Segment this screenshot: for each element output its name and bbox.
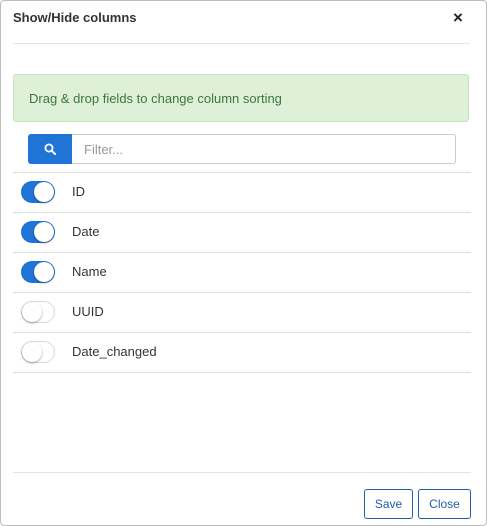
toggle-knob — [34, 182, 54, 202]
column-row[interactable]: Date_changed — [13, 332, 471, 372]
toggle-knob — [34, 262, 54, 282]
list-end-divider — [13, 372, 471, 373]
toggle-knob — [34, 222, 54, 242]
column-toggle-date_changed[interactable] — [21, 341, 55, 363]
filter-input[interactable] — [72, 134, 456, 164]
dialog-header: Show/Hide columns × — [13, 1, 470, 44]
toggle-knob — [22, 302, 42, 322]
save-button[interactable]: Save — [364, 489, 413, 519]
show-hide-columns-dialog: Show/Hide columns × Drag & drop fields t… — [0, 0, 487, 526]
column-row[interactable]: ID — [13, 172, 471, 212]
column-toggle-id[interactable] — [21, 181, 55, 203]
footer-divider — [13, 472, 471, 473]
dialog-title: Show/Hide columns — [13, 10, 137, 25]
column-row[interactable]: UUID — [13, 292, 471, 332]
column-toggle-uuid[interactable] — [21, 301, 55, 323]
column-toggle-date[interactable] — [21, 221, 55, 243]
search-button[interactable] — [28, 134, 72, 164]
filter-group — [28, 134, 456, 164]
close-button[interactable]: Close — [418, 489, 471, 519]
column-row[interactable]: Name — [13, 252, 471, 292]
column-row[interactable]: Date — [13, 212, 471, 252]
alert-text: Drag & drop fields to change column sort… — [29, 91, 282, 106]
column-label: Name — [72, 264, 107, 279]
column-toggle-name[interactable] — [21, 261, 55, 283]
column-list: ID Date Name UUID Date_changed — [13, 172, 471, 373]
column-label: Date — [72, 224, 100, 239]
toggle-knob — [22, 342, 42, 362]
search-icon — [44, 143, 56, 155]
close-icon[interactable]: × — [450, 9, 466, 27]
column-label: ID — [72, 184, 85, 199]
column-label: UUID — [72, 304, 104, 319]
column-label: Date_changed — [72, 344, 157, 359]
info-alert: Drag & drop fields to change column sort… — [13, 74, 469, 122]
